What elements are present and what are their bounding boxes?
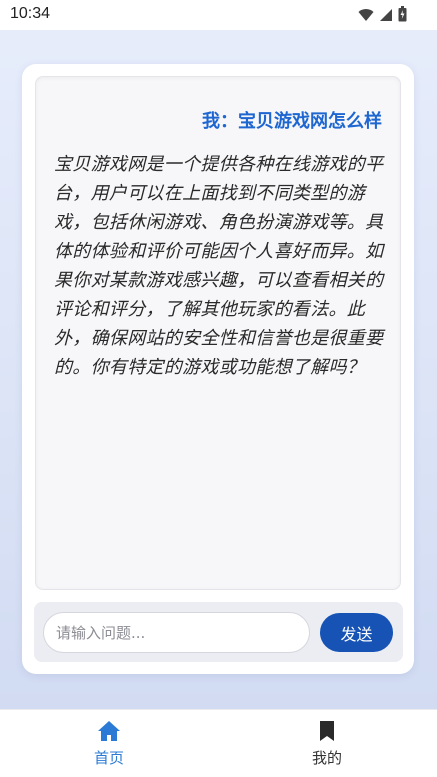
status-bar: 10:34 <box>0 0 437 30</box>
wifi-icon <box>358 7 374 26</box>
nav-mine-label: 我的 <box>311 749 342 767</box>
user-question: 我：宝贝游戏网怎么样 <box>202 111 382 132</box>
nav-item-mine[interactable]: 我的 <box>267 710 387 777</box>
bookmark-icon <box>318 720 336 742</box>
status-time: 10:34 <box>10 5 51 22</box>
home-icon <box>97 720 121 742</box>
nav-item-home[interactable]: 首页 <box>49 710 169 777</box>
nav-home-label: 首页 <box>93 749 124 767</box>
send-button[interactable]: 发送 <box>320 613 393 652</box>
question-input[interactable] <box>43 612 310 653</box>
battery-icon <box>398 6 407 26</box>
status-icons <box>358 6 407 26</box>
bottom-nav: 首页 我的 <box>0 709 437 777</box>
input-area: 发送 <box>34 602 403 662</box>
assistant-answer: 宝贝游戏网是一个提供各种在线游戏的平台，用户可以在上面找到不同类型的游戏，包括休… <box>54 154 384 378</box>
chat-card: 我：宝贝游戏网怎么样 宝贝游戏网是一个提供各种在线游戏的平台，用户可以在上面找到… <box>22 64 414 674</box>
cellular-signal-icon <box>379 7 393 26</box>
chat-history[interactable]: 我：宝贝游戏网怎么样 宝贝游戏网是一个提供各种在线游戏的平台，用户可以在上面找到… <box>35 76 401 590</box>
